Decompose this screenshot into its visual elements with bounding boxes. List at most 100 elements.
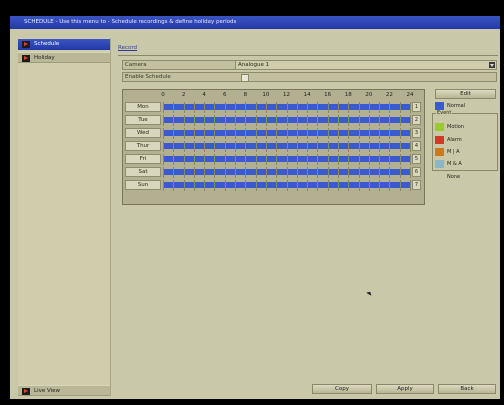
hour-label: 18 xyxy=(344,92,352,98)
grid-tick xyxy=(265,115,267,126)
grid-tick xyxy=(358,180,360,191)
sidebar-item-schedule[interactable]: Schedule xyxy=(18,39,110,50)
grid-tick xyxy=(379,154,381,165)
grid-tick xyxy=(348,167,350,178)
schedule-row-sun[interactable]: Sun 7 xyxy=(125,180,422,191)
hour-label: 8 xyxy=(243,92,248,98)
grid-tick xyxy=(183,154,185,165)
grid-tick xyxy=(193,141,195,152)
grid-tick xyxy=(348,102,350,113)
grid-tick xyxy=(327,154,329,165)
back-button[interactable]: Back xyxy=(438,384,496,394)
schedule-row-fri[interactable]: Fri 5 xyxy=(125,154,422,165)
chevron-down-icon[interactable] xyxy=(489,62,495,68)
day-label: Sat xyxy=(125,167,161,177)
grid-tick xyxy=(379,115,381,126)
grid-tick xyxy=(255,102,257,113)
schedule-row-mon[interactable]: Mon 1 xyxy=(125,102,422,113)
grid-tick xyxy=(296,128,298,139)
hour-label: 24 xyxy=(406,92,414,98)
day-number: 7 xyxy=(412,180,421,190)
grid-tick xyxy=(163,154,164,165)
grid-tick xyxy=(173,141,175,152)
live-view-button[interactable]: Live View xyxy=(18,385,110,396)
enable-schedule-checkbox[interactable] xyxy=(241,74,249,82)
schedule-grid[interactable]: 0 2 4 6 8 10 12 14 16 18 20 22 24 Mon 1 Tue 2 Wed 3 Thur 4 Fr… xyxy=(122,89,425,205)
grid-tick xyxy=(163,128,164,139)
grid-tick xyxy=(358,167,360,178)
camera-label: Camera xyxy=(125,62,147,68)
tab-divider xyxy=(118,55,498,56)
grid-tick xyxy=(173,102,175,113)
grid-tick xyxy=(327,180,329,191)
grid-tick xyxy=(337,128,339,139)
grid-tick xyxy=(286,154,288,165)
grid-tick xyxy=(368,180,370,191)
day-number: 1 xyxy=(412,102,421,112)
sidebar-item-holiday[interactable]: Holiday xyxy=(18,52,110,63)
grid-tick xyxy=(193,154,195,165)
legend-alarm-label: Alarm xyxy=(447,137,462,143)
enable-schedule-label: Enable Schedule xyxy=(125,74,171,80)
grid-tick xyxy=(245,141,247,152)
legend-m-or-a-label: M | A xyxy=(447,149,460,155)
sidebar-item-label: Schedule xyxy=(34,41,60,47)
hour-label: 4 xyxy=(202,92,206,98)
schedule-row-sat[interactable]: Sat 6 xyxy=(125,167,422,178)
apply-button[interactable]: Apply xyxy=(376,384,434,394)
sidebar: Schedule Holiday Live View xyxy=(18,38,111,396)
grid-tick xyxy=(245,115,247,126)
grid-tick xyxy=(317,128,319,139)
grid-tick xyxy=(276,115,278,126)
grid-tick xyxy=(193,180,195,191)
grid-tick xyxy=(265,154,267,165)
grid-tick xyxy=(317,141,319,152)
grid-tick xyxy=(163,115,164,126)
grid-tick xyxy=(358,128,360,139)
grid-tick xyxy=(224,102,226,113)
hour-label: 12 xyxy=(283,92,290,98)
copy-button[interactable]: Copy xyxy=(312,384,372,394)
grid-tick xyxy=(296,102,298,113)
grid-tick xyxy=(214,180,216,191)
grid-tick xyxy=(389,167,391,178)
grid-tick xyxy=(399,180,401,191)
alarm-swatch xyxy=(435,136,444,144)
grid-tick xyxy=(389,180,391,191)
normal-swatch xyxy=(435,102,444,110)
edit-button[interactable]: Edit xyxy=(435,89,496,99)
grid-tick xyxy=(368,115,370,126)
grid-tick xyxy=(358,154,360,165)
grid-tick xyxy=(163,141,164,152)
grid-tick xyxy=(317,154,319,165)
grid-tick xyxy=(327,128,329,139)
grid-tick xyxy=(235,102,237,113)
grid-tick xyxy=(410,167,411,178)
grid-tick xyxy=(327,115,329,126)
camera-select[interactable]: Analogue 1 xyxy=(235,61,496,69)
schedule-row-tue[interactable]: Tue 2 xyxy=(125,115,422,126)
tab-record[interactable]: Record xyxy=(118,45,137,51)
schedule-row-wed[interactable]: Wed 3 xyxy=(125,128,422,139)
schedule-row-thur[interactable]: Thur 4 xyxy=(125,141,422,152)
grid-tick xyxy=(337,154,339,165)
grid-tick xyxy=(173,128,175,139)
grid-tick xyxy=(265,180,267,191)
grid-tick xyxy=(193,128,195,139)
grid-tick xyxy=(255,154,257,165)
grid-tick xyxy=(379,180,381,191)
day-label: Tue xyxy=(125,115,161,125)
grid-tick xyxy=(163,180,164,191)
grid-tick xyxy=(183,115,185,126)
hour-label: 2 xyxy=(181,92,186,98)
grid-tick xyxy=(379,141,381,152)
hour-label: 14 xyxy=(303,92,311,98)
grid-tick xyxy=(410,154,411,165)
grid-tick xyxy=(389,154,391,165)
grid-tick xyxy=(193,167,195,178)
grid-tick xyxy=(265,102,267,113)
grid-tick xyxy=(286,128,288,139)
day-label: Thur xyxy=(125,141,161,151)
grid-tick xyxy=(235,167,237,178)
grid-tick xyxy=(358,141,360,152)
